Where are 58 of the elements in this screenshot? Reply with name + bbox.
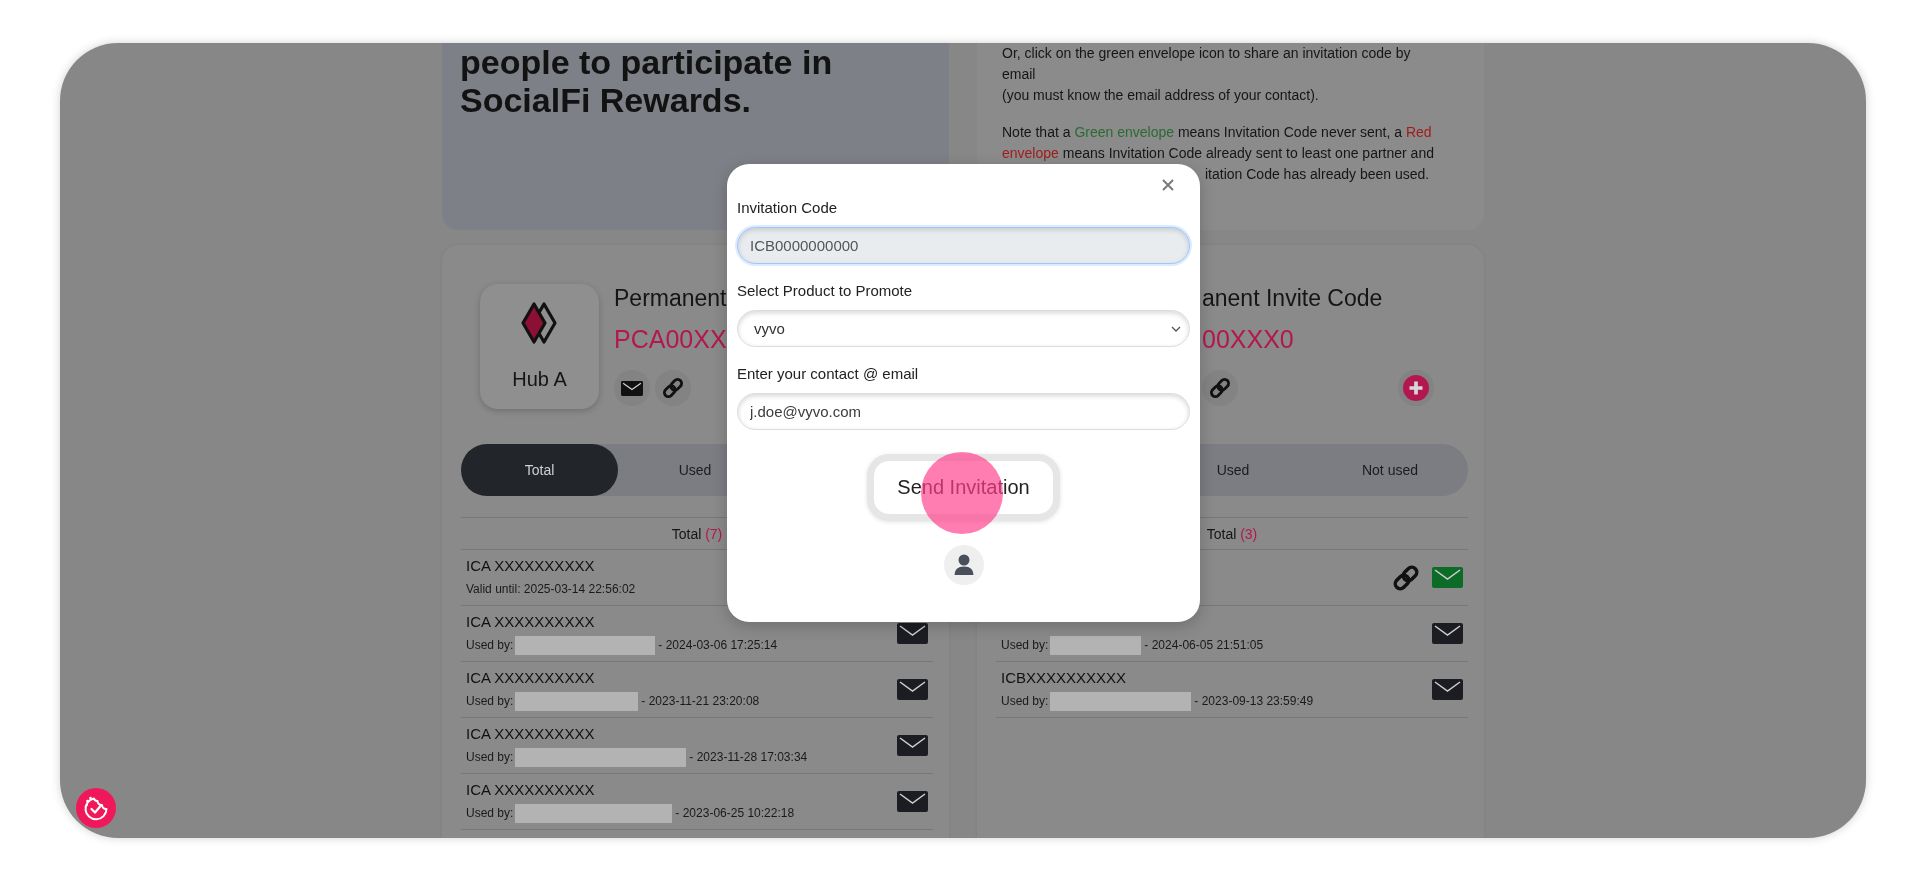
add-button[interactable] xyxy=(1398,370,1434,406)
link-icon xyxy=(1208,376,1232,400)
link-button[interactable] xyxy=(1202,370,1238,406)
valid-until-text: Valid until: 2025-03-14 22:56:02 xyxy=(466,582,636,596)
invite-code-text: ICA XXXXXXXXXX xyxy=(466,613,595,630)
email-button[interactable] xyxy=(614,370,650,406)
envelope-icon[interactable] xyxy=(897,679,928,700)
list-heading: Total (7) xyxy=(671,525,723,542)
field-label: Select Product to Promote xyxy=(737,281,913,301)
used-by-label: Used by: xyxy=(466,750,514,764)
cookie-check-icon[interactable] xyxy=(76,788,116,828)
envelope-icon[interactable] xyxy=(897,735,928,756)
used-by-label: Used by: xyxy=(1001,694,1049,708)
note-text-fragment: itation Code has already been used. xyxy=(1205,166,1430,182)
hub-label: Hub A xyxy=(512,367,567,391)
field-label: Enter your contact @ email xyxy=(737,364,919,384)
field-label: Invitation Code xyxy=(737,198,838,218)
used-date-text: - 2023-11-28 17:03:34 xyxy=(689,750,808,764)
used-by-label: Used by: xyxy=(466,694,514,708)
list-heading: Total (3) xyxy=(1206,525,1258,542)
tab[interactable]: Used xyxy=(618,444,727,496)
invite-code-text: ICA XXXXXXXXXX xyxy=(466,725,595,742)
invite-code-text: ICA XXXXXXXXXX xyxy=(466,781,595,798)
envelope-icon[interactable] xyxy=(1432,679,1463,700)
chevron-down-icon xyxy=(1171,325,1181,332)
used-date-text: - 2024-06-05 21:51:05 xyxy=(1144,638,1264,652)
invite-code-text: ICA XXXXXXXXXX xyxy=(466,557,595,574)
tab[interactable]: Not used xyxy=(1266,444,1468,496)
plus-icon xyxy=(1403,375,1429,401)
input-field[interactable]: j.doe@vyvo.com xyxy=(737,393,1190,430)
envelope-icon xyxy=(621,380,643,396)
input-field[interactable]: ICB0000000000 xyxy=(737,227,1190,264)
used-date-text: - 2023-11-21 23:20:08 xyxy=(641,694,760,708)
close-icon[interactable] xyxy=(1162,179,1174,191)
tab[interactable]: Used xyxy=(1200,444,1266,496)
intro-heading: people to participate in SocialFi Rewards. xyxy=(460,43,834,119)
invite-code-text: ICBXXXXXXXXXX xyxy=(1001,669,1127,686)
envelope-icon[interactable] xyxy=(897,791,928,812)
tab[interactable]: Total xyxy=(461,444,618,496)
link-button[interactable] xyxy=(655,370,691,406)
invite-code-text: ICA XXXXXXXXXX xyxy=(466,669,595,686)
user-icon[interactable] xyxy=(943,545,984,585)
invite-code: 00XXX0 xyxy=(1202,324,1294,355)
invite-code: PCA00XX xyxy=(614,324,727,355)
used-by-label: Used by: xyxy=(466,806,514,820)
used-by-label: Used by: xyxy=(1001,638,1049,652)
card-title: Permanent xyxy=(614,284,727,312)
diamond-logo-icon xyxy=(521,301,558,345)
envelope-icon[interactable] xyxy=(897,623,928,644)
used-date-text: - 2024-03-06 17:25:14 xyxy=(658,638,778,652)
instructions-text: Or, click on the green envelope icon to share an invitation code by email (you must know the email address of your contact). xyxy=(1002,44,1412,105)
used-date-text: - 2023-09-13 23:59:49 xyxy=(1194,694,1314,708)
envelope-icon[interactable] xyxy=(1432,623,1463,644)
card-title: anent Invite Code xyxy=(1202,284,1383,312)
link-icon xyxy=(661,376,685,400)
select-field[interactable]: vyvo xyxy=(737,310,1190,347)
used-date-text: - 2023-06-25 10:22:18 xyxy=(675,806,795,820)
used-by-label: Used by: xyxy=(466,638,514,652)
